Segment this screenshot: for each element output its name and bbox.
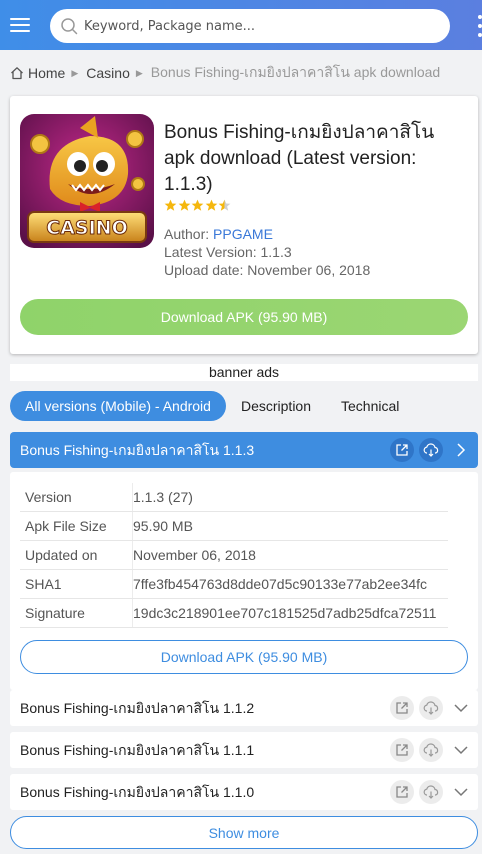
app-icon-text: CASINO [46,217,127,239]
external-link-icon[interactable] [390,696,414,720]
star-icon [205,199,218,212]
detail-value: 7ffe3fb454763d8dde07d5c90133e77ab2ee34fc [133,576,428,592]
upload-date: Upload date: November 06, 2018 [164,262,371,278]
detail-row-updated: Updated on November 06, 2018 [20,541,448,570]
chevron-down-icon[interactable] [453,784,469,800]
search-input[interactable] [84,9,440,43]
app-info-card: CASINO Bonus Fishing-เกมยิงปลาคาสิโน apk… [10,96,478,354]
cloud-download-icon[interactable] [419,696,443,720]
download-apk-button[interactable]: Download APK (95.90 MB) [20,299,468,335]
search-box[interactable] [50,9,450,43]
detail-row-version: Version 1.1.3 (27) [20,483,448,512]
breadcrumb: Home ▶ Casino ▶ Bonus Fishing-เกมยิงปลาค… [10,64,440,82]
top-bar [0,0,482,50]
version-title: Bonus Fishing-เกมยิงปลาคาสิโน 1.1.3 [20,442,255,458]
search-icon [61,18,78,35]
app-meta: Author: PPGAME Latest Version: 1.1.3 Upl… [164,225,370,279]
rating-stars [164,199,232,212]
tab-all-versions[interactable]: All versions (Mobile) - Android [10,391,226,421]
show-more-button[interactable]: Show more [10,816,478,849]
star-icon [178,199,191,212]
detail-key: Signature [25,599,133,627]
author-line: Author: PPGAME [164,225,370,243]
breadcrumb-category[interactable]: Casino [86,65,130,81]
cloud-download-icon[interactable] [419,438,443,462]
detail-key: Apk File Size [25,512,133,540]
author-link[interactable]: PPGAME [213,226,273,242]
banner-ads: banner ads [10,364,478,381]
breadcrumb-current: Bonus Fishing-เกมยิงปลาคาสิโน apk downlo… [150,64,441,80]
breadcrumb-separator-icon: ▶ [135,67,143,78]
version-row[interactable]: Bonus Fishing-เกมยิงปลาคาสิโน 1.1.2 [10,690,478,726]
version-row[interactable]: Bonus Fishing-เกมยิงปลาคาสิโน 1.1.0 [10,774,478,810]
detail-row-signature: Signature 19dc3c218901ee707c181525d7adb2… [20,599,448,628]
version-details: Version 1.1.3 (27) Apk File Size 95.90 M… [10,472,478,690]
more-vertical-icon[interactable] [476,15,482,37]
app-title: Bonus Fishing-เกมยิงปลาคาสิโน apk downlo… [164,122,435,195]
detail-value: November 06, 2018 [133,547,256,563]
cloud-download-icon[interactable] [419,738,443,762]
chevron-right-icon[interactable] [453,442,469,458]
tab-bar: All versions (Mobile) - Android Descript… [10,391,414,421]
star-half-icon [218,199,231,212]
version-header-expanded[interactable]: Bonus Fishing-เกมยิงปลาคาสิโน 1.1.3 [10,432,478,468]
external-link-icon[interactable] [390,438,414,462]
detail-value: 19dc3c218901ee707c181525d7adb25dfca72511 [133,605,437,621]
detail-key: Version [25,483,133,511]
latest-version: Latest Version: 1.1.3 [164,244,292,260]
detail-value: 1.1.3 (27) [133,489,193,505]
cloud-download-icon[interactable] [419,780,443,804]
download-version-button[interactable]: Download APK (95.90 MB) [20,640,468,674]
tab-technical[interactable]: Technical [326,391,414,421]
external-link-icon[interactable] [390,738,414,762]
home-icon [11,67,23,80]
star-icon [191,199,204,212]
star-icon [164,199,177,212]
detail-row-sha1: SHA1 7ffe3fb454763d8dde07d5c90133e77ab2e… [20,570,448,599]
version-row[interactable]: Bonus Fishing-เกมยิงปลาคาสิโน 1.1.1 [10,732,478,768]
version-title: Bonus Fishing-เกมยิงปลาคาสิโน 1.1.2 [20,700,255,716]
tab-description[interactable]: Description [226,391,326,421]
breadcrumb-separator-icon: ▶ [71,67,79,78]
author-label: Author: [164,226,214,242]
breadcrumb-home[interactable]: Home [28,65,65,81]
chevron-down-icon[interactable] [453,742,469,758]
detail-key: SHA1 [25,570,133,598]
detail-key: Updated on [25,541,133,569]
detail-row-size: Apk File Size 95.90 MB [20,512,448,541]
app-icon: CASINO [20,114,154,248]
external-link-icon[interactable] [390,780,414,804]
chevron-down-icon[interactable] [453,700,469,716]
detail-value: 95.90 MB [133,518,193,534]
hamburger-menu-icon[interactable] [6,12,34,38]
version-title: Bonus Fishing-เกมยิงปลาคาสิโน 1.1.1 [20,742,255,758]
version-title: Bonus Fishing-เกมยิงปลาคาสิโน 1.1.0 [20,784,255,800]
